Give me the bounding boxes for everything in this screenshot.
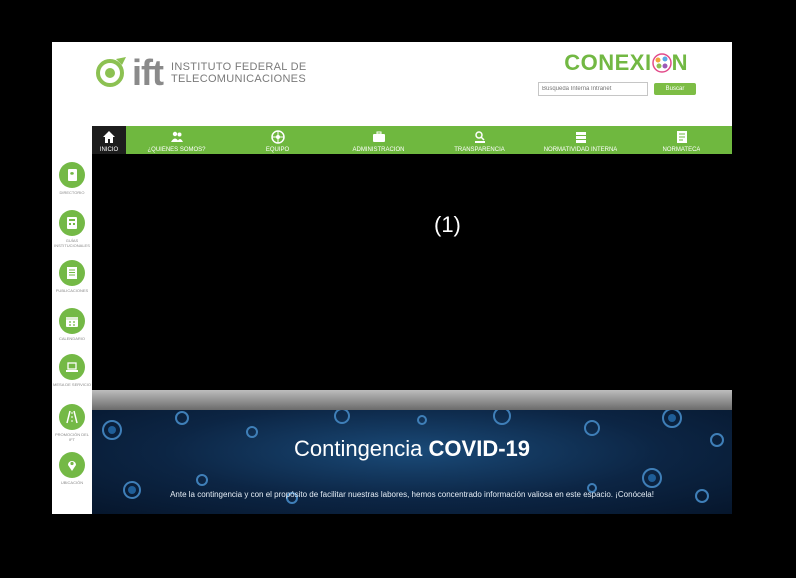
sidebar-item-label: DIRECTORIO <box>59 190 85 195</box>
sidebar-item-calendario[interactable]: CALENDARIO <box>52 308 92 341</box>
sidebar-item-mesa-servicio[interactable]: MESA DE SERVICIO <box>52 354 92 387</box>
calendar-icon <box>59 308 85 334</box>
nav-item-label: EQUIPO <box>265 147 290 153</box>
portal-title-start: CONEXI <box>564 50 652 75</box>
sidebar-item-label: PROMOCIÓN DEL IFT <box>54 432 89 442</box>
organization-name-line1: INSTITUTO FEDERAL DE <box>170 61 307 73</box>
logo-ift-text: ift <box>132 52 164 93</box>
divider-strip <box>92 390 732 410</box>
nav-item-label: ¿QUIÉNES SOMOS? <box>147 147 206 153</box>
nav-item-quienes-somos[interactable]: ¿QUIÉNES SOMOS? <box>126 126 227 154</box>
person-search-icon <box>474 131 485 143</box>
laptop-icon <box>59 354 85 380</box>
sidebar-item-label: PUBLICACIONES <box>55 288 89 293</box>
banner-title-bold: COVID-19 <box>428 436 531 461</box>
search-input[interactable] <box>538 82 648 96</box>
document-icon <box>676 131 687 143</box>
ift-logo-mark-icon <box>94 55 130 91</box>
banner-title-regular: Contingencia <box>293 436 423 461</box>
ift-logo[interactable]: ift INSTITUTO FEDERAL DE TELECOMUNICACIO… <box>94 50 307 96</box>
network-icon <box>270 130 285 144</box>
banner-subtitle: Ante la contingencia y con el propósito … <box>170 490 654 499</box>
notebook-icon <box>59 260 85 286</box>
sidebar-item-promocion[interactable]: PROMOCIÓN DEL IFT <box>52 404 92 442</box>
covid-banner[interactable]: Contingencia COVID-19 Ante la contingenc… <box>92 410 732 514</box>
banner-title: Contingencia COVID-19 <box>92 436 732 462</box>
road-icon <box>59 404 85 430</box>
nav-item-label: ADMINISTRACIÓN <box>352 147 405 153</box>
sidebar-item-label: MESA DE SERVICIO <box>53 382 91 387</box>
location-pin-icon <box>59 452 85 478</box>
briefcase-icon <box>372 131 385 142</box>
intranet-page: ift INSTITUTO FEDERAL DE TELECOMUNICACIO… <box>52 42 732 514</box>
nav-item-label: TRANSPARENCIA <box>454 147 505 153</box>
calculator-icon <box>59 210 85 236</box>
nav-item-transparencia[interactable]: TRANSPARENCIA <box>429 126 530 154</box>
nav-item-normatividad-interna[interactable]: NORMATIVIDAD INTERNA <box>530 126 631 154</box>
quick-access-sidebar: DIRECTORIO GUÍAS INSTITUCIONALES PUBLICA… <box>52 154 92 514</box>
nav-item-inicio[interactable]: INICIO <box>92 126 126 154</box>
organization-name: INSTITUTO FEDERAL DE TELECOMUNICACIONES <box>171 61 307 85</box>
sidebar-item-label: UBICACIÓN <box>60 480 84 485</box>
people-circle-icon <box>651 49 672 73</box>
sidebar-item-guias[interactable]: GUÍAS INSTITUCIONALES <box>52 210 92 248</box>
nav-item-label: INICIO <box>99 147 119 153</box>
nav-item-administracion[interactable]: ADMINISTRACIÓN <box>328 126 429 154</box>
home-icon <box>103 131 115 143</box>
nav-item-equipo[interactable]: EQUIPO <box>227 126 328 154</box>
nav-item-normateca[interactable]: NORMATECA <box>631 126 732 154</box>
sidebar-item-directorio[interactable]: DIRECTORIO <box>52 162 92 195</box>
phonebook-icon <box>59 162 85 188</box>
nav-item-label: NORMATECA <box>662 147 701 153</box>
sidebar-item-label: GUÍAS INSTITUCIONALES <box>54 238 90 248</box>
search-button[interactable]: Buscar <box>654 83 696 95</box>
organization-name-line2: TELECOMUNICACIONES <box>170 73 306 85</box>
people-icon <box>170 131 183 142</box>
portal-title: CONEXI N <box>564 49 688 76</box>
portal-title-end: N <box>671 50 688 75</box>
main-nav: INICIO ¿QUIÉNES SOMOS? EQUIPO ADMINISTRA… <box>92 126 732 154</box>
search-bar: Buscar <box>538 82 696 96</box>
sidebar-item-label: CALENDARIO <box>58 336 85 341</box>
annotation-marker: (1) <box>434 212 461 237</box>
sidebar-item-ubicacion[interactable]: UBICACIÓN <box>52 452 92 485</box>
main-content-redacted <box>92 154 732 390</box>
books-icon <box>575 132 586 143</box>
sidebar-item-publicaciones[interactable]: PUBLICACIONES <box>52 260 92 293</box>
nav-item-label: NORMATIVIDAD INTERNA <box>543 147 618 153</box>
